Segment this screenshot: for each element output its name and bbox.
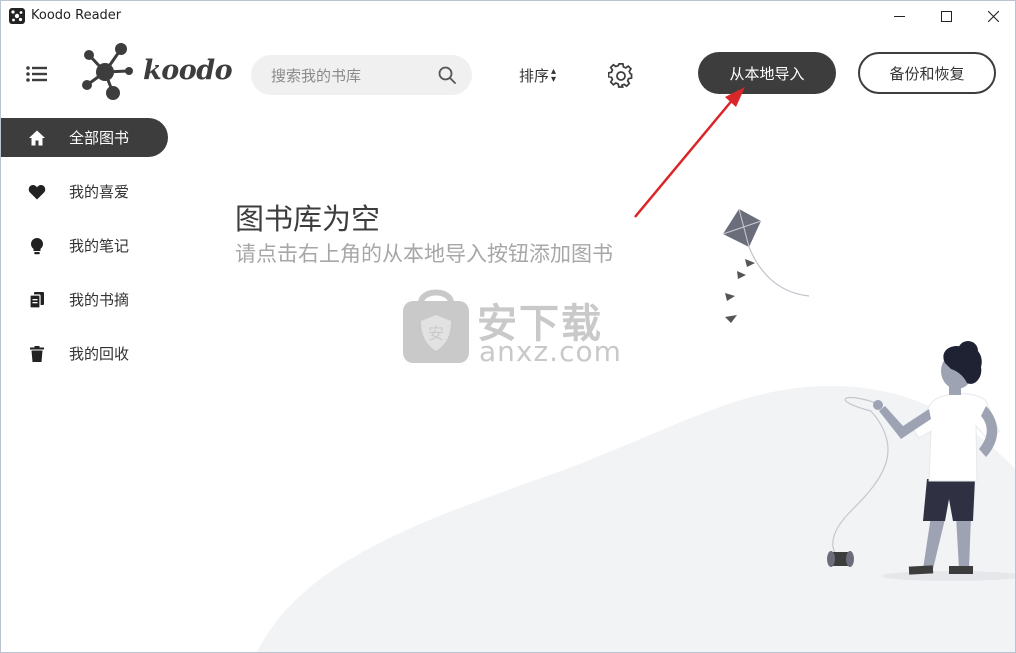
hamburger-menu-icon[interactable] xyxy=(26,65,48,83)
home-icon xyxy=(28,129,46,147)
sort-button[interactable]: 排序 ▴ ▾ xyxy=(519,65,556,86)
backup-restore-button[interactable]: 备份和恢复 xyxy=(858,52,996,94)
gear-icon[interactable] xyxy=(608,63,634,89)
bulb-icon xyxy=(28,237,46,255)
app-window: Koodo Reader koodo 搜索我的书库 排序 ▴ ▾ 从本地导入 备… xyxy=(0,0,1016,653)
minimize-icon xyxy=(893,16,905,17)
app-logo-icon xyxy=(9,8,25,24)
sidebar-item-label: 我的书摘 xyxy=(69,291,130,309)
sidebar-item-label: 全部图书 xyxy=(69,129,130,147)
title-bar: Koodo Reader xyxy=(1,1,1015,32)
sidebar-item-label: 我的喜爱 xyxy=(69,183,130,201)
logo-wordmark: koodo xyxy=(143,55,233,86)
import-local-button[interactable]: 从本地导入 xyxy=(698,52,836,94)
maximize-icon xyxy=(940,11,952,22)
pointer-arrow-icon xyxy=(634,87,745,218)
svg-text:安: 安 xyxy=(428,324,444,343)
minimize-button[interactable] xyxy=(876,1,922,32)
koodo-logo-icon xyxy=(82,43,133,100)
watermark-bag-icon: 安 xyxy=(403,289,469,363)
sidebar-item-all-books[interactable]: 全部图书 xyxy=(1,118,168,157)
person-figure xyxy=(873,341,1015,581)
window-title: Koodo Reader xyxy=(31,8,122,23)
copy-icon xyxy=(28,291,46,309)
watermark-text-en: anxz.com xyxy=(479,335,622,368)
close-icon xyxy=(987,11,999,22)
empty-state-title: 图书库为空 xyxy=(235,202,381,236)
sidebar-item-notes[interactable]: 我的笔记 xyxy=(1,226,171,265)
empty-state-subtitle: 请点击右上角的从本地导入按钮添加图书 xyxy=(235,242,613,266)
search-icon[interactable] xyxy=(438,66,456,84)
sidebar-item-label: 我的笔记 xyxy=(69,237,130,255)
search-input[interactable]: 搜索我的书库 xyxy=(271,65,361,86)
search-bar[interactable]: 搜索我的书库 xyxy=(251,55,472,95)
sidebar-item-trash[interactable]: 我的回收 xyxy=(1,334,171,373)
sidebar-item-favorites[interactable]: 我的喜爱 xyxy=(1,172,171,211)
close-button[interactable] xyxy=(970,1,1015,32)
trash-icon xyxy=(28,345,46,363)
sort-label: 排序 xyxy=(519,67,550,85)
sidebar-item-digest[interactable]: 我的书摘 xyxy=(1,280,171,319)
maximize-button[interactable] xyxy=(923,1,969,32)
sidebar: 全部图书 我的喜爱 我的笔记 我的书摘 我的回收 xyxy=(1,118,171,388)
heart-icon xyxy=(28,183,46,201)
sidebar-item-label: 我的回收 xyxy=(69,345,130,363)
sort-arrows-icon: ▴ ▾ xyxy=(551,65,557,85)
spool-icon xyxy=(827,551,854,567)
kite-icon xyxy=(722,208,810,323)
